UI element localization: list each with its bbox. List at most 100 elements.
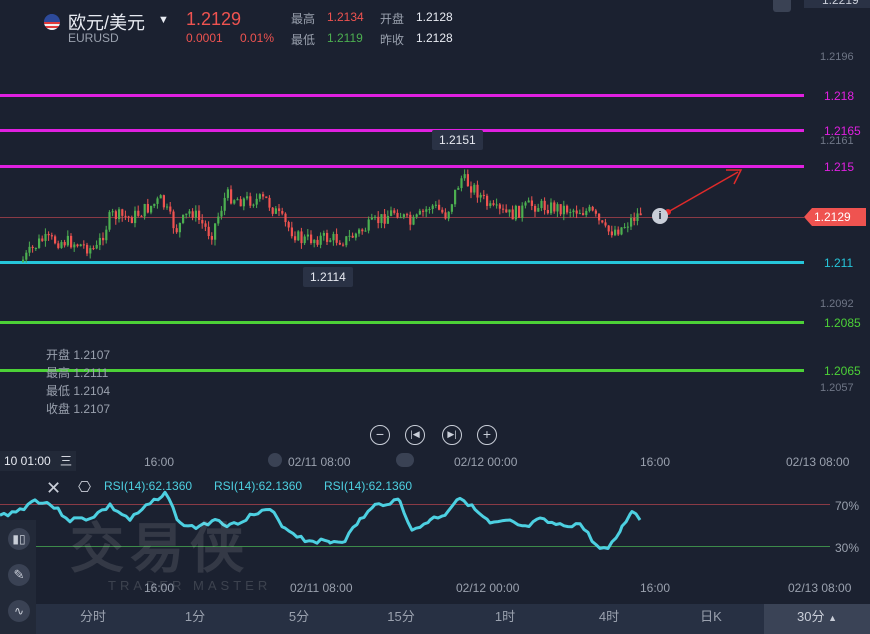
candle-body: [482, 194, 485, 196]
candle-body: [322, 232, 325, 236]
candle-body: [278, 208, 281, 212]
candle-body: [220, 210, 223, 217]
candle-body: [492, 203, 495, 205]
candle-body: [588, 206, 591, 211]
scroll-handle[interactable]: [268, 453, 282, 467]
tab-tick[interactable]: 分时: [66, 604, 120, 634]
candle-body: [284, 213, 287, 223]
candle-body: [204, 223, 207, 227]
candle-body: [582, 213, 585, 215]
candle-body: [108, 212, 111, 230]
candle-body: [393, 210, 396, 213]
candle-body: [342, 244, 345, 246]
candle-body: [236, 199, 239, 201]
tab-daily[interactable]: 日K: [686, 604, 736, 634]
info-icon[interactable]: i: [652, 208, 668, 224]
candle-body: [422, 210, 425, 212]
candle-body: [300, 231, 303, 244]
time-label: 02/13 08:00: [786, 455, 850, 469]
rsi-level-30: 30%: [835, 541, 860, 555]
skip-back-icon[interactable]: |◀: [405, 425, 425, 445]
candle-body: [297, 231, 300, 241]
candle-body: [406, 214, 409, 216]
candle-body: [511, 209, 514, 220]
candle-body: [524, 202, 527, 206]
skip-forward-icon[interactable]: ▶|: [442, 425, 462, 445]
level-tag: 1.2165: [824, 124, 861, 138]
draw-tool-icon[interactable]: ✎: [8, 564, 30, 586]
tab-4h[interactable]: 4时: [584, 604, 634, 634]
level-tag: 1.2065: [824, 364, 861, 378]
trend-arrow: [667, 171, 739, 213]
candle-body: [572, 210, 575, 213]
candle-body: [316, 239, 319, 245]
candle-body: [162, 195, 165, 208]
rsi-time-label: 16:00: [640, 581, 671, 595]
candle-body: [380, 214, 383, 224]
zoom-in-icon[interactable]: +: [477, 425, 497, 445]
candle-body: [150, 205, 153, 213]
candle-body: [329, 240, 332, 242]
candle-body: [95, 244, 98, 249]
candle-body: [607, 225, 610, 232]
candle-body: [604, 222, 607, 226]
candle-body: [575, 210, 578, 214]
candle-body: [28, 246, 31, 253]
candle-body: [105, 229, 108, 241]
candle-body: [534, 205, 537, 212]
candle-body: [169, 206, 172, 212]
indicator-icon[interactable]: ∿: [8, 600, 30, 622]
tab-1h[interactable]: 1时: [480, 604, 530, 634]
candle-body: [460, 178, 463, 189]
menu-icon[interactable]: 三: [60, 452, 72, 469]
candle-body: [546, 209, 549, 214]
candle-body: [428, 209, 431, 211]
candle-body: [441, 209, 444, 213]
candle-body: [185, 213, 188, 215]
candle-body: [198, 210, 201, 220]
candle-body: [623, 227, 626, 229]
candle-body: [636, 213, 639, 221]
candle-body: [396, 212, 399, 218]
candle-body: [495, 204, 498, 206]
candle-body: [444, 212, 447, 219]
candle-body: [537, 208, 540, 212]
candle-body: [354, 233, 357, 238]
level-tag: 1.2085: [824, 316, 861, 330]
tab-30m-selected[interactable]: 30分 ▲: [764, 604, 870, 634]
candle-body: [498, 204, 501, 209]
tab-15m[interactable]: 15分: [376, 604, 426, 634]
candle-body: [25, 252, 28, 260]
candle-body: [345, 236, 348, 246]
candle-body: [73, 244, 76, 248]
candle-body: [207, 226, 210, 237]
candle-body: [630, 217, 633, 227]
tab-1m[interactable]: 1分: [170, 604, 220, 634]
price-axis-tick: 1.2196: [820, 51, 854, 63]
time-label: 02/12 00:00: [454, 455, 518, 469]
candle-body: [626, 226, 629, 228]
candle-body: [223, 197, 226, 211]
candle-body: [57, 243, 60, 248]
candle-body: [457, 188, 460, 190]
rsi-time-label: 16:00: [144, 581, 175, 595]
tab-5m[interactable]: 5分: [274, 604, 324, 634]
zoom-out-icon[interactable]: −: [370, 425, 390, 445]
candle-body: [550, 202, 553, 214]
candle-body: [338, 242, 341, 245]
candle-body: [34, 247, 37, 249]
candlestick-chart[interactable]: [0, 0, 804, 400]
candle-body: [66, 235, 69, 246]
candle-body: [233, 200, 236, 204]
candle-body: [156, 198, 159, 204]
candle-body: [620, 227, 623, 235]
candle-body: [370, 217, 373, 220]
candle-body: [351, 235, 354, 238]
scroll-handle[interactable]: [396, 453, 414, 467]
candle-type-icon[interactable]: ▮▯: [8, 528, 30, 550]
watermark-logo: 交易侠: [70, 517, 250, 580]
candle-body: [569, 212, 572, 214]
candle-body: [70, 235, 73, 248]
candle-body: [409, 214, 412, 225]
candle-body: [98, 237, 101, 245]
